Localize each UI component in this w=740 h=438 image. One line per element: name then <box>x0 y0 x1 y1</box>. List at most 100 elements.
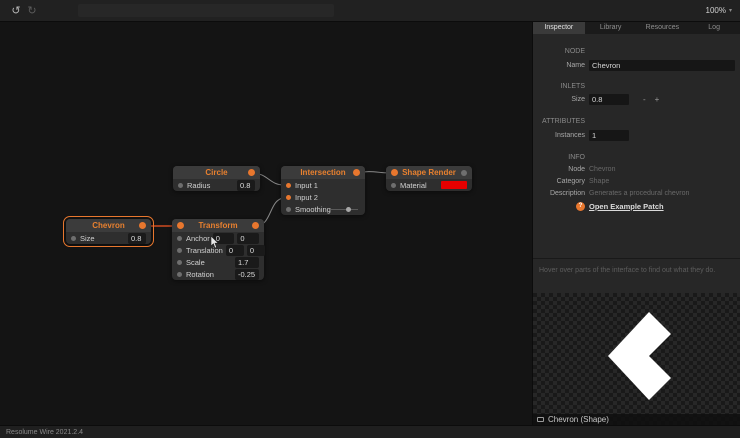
node-chevron-header[interactable]: Chevron <box>66 219 151 232</box>
circle-radius-row: Radius 0.8 <box>173 179 260 191</box>
info-category-label: Category <box>533 178 585 185</box>
node-transform[interactable]: Transform Anchor 0 0 Translation 0 0 Sca… <box>172 219 264 280</box>
node-chevron-title: Chevron <box>92 221 124 230</box>
input-port[interactable] <box>286 183 291 188</box>
param-dot[interactable] <box>177 272 182 277</box>
intersection-smoothing-row: Smoothing <box>281 203 365 215</box>
translation-y-value[interactable]: 0 <box>247 245 265 256</box>
redo-icon[interactable]: ↻ <box>24 1 40 21</box>
output-port[interactable] <box>353 169 360 176</box>
tab-resources[interactable]: Resources <box>637 22 689 34</box>
zoom-level: 100% <box>706 6 726 15</box>
param-dot[interactable] <box>71 236 76 241</box>
increment-button[interactable]: + <box>655 95 660 104</box>
info-node-value: Chevron <box>589 166 615 173</box>
section-title-attributes: ATTRIBUTES <box>533 118 585 125</box>
top-toolbar: ↺ ↻ 100% ▾ <box>0 0 740 22</box>
anchor-y-value[interactable]: 0 <box>237 233 259 244</box>
node-chevron[interactable]: Chevron Size 0.8 <box>66 219 151 244</box>
info-category-value: Shape <box>589 178 609 185</box>
decrement-button[interactable]: - <box>643 95 646 104</box>
chevron-size-row: Size 0.8 <box>66 232 151 244</box>
param-dot[interactable] <box>391 183 396 188</box>
info-description-value: Generates a procedural chevron <box>589 190 689 197</box>
slider-thumb[interactable] <box>346 207 351 212</box>
param-dot[interactable] <box>178 183 183 188</box>
zoom-control[interactable]: 100% ▾ <box>706 6 732 15</box>
intersection-input2-row: Input 2 <box>281 191 365 203</box>
node-shape-render-header[interactable]: Shape Render <box>386 166 472 179</box>
radius-value[interactable]: 0.8 <box>237 180 255 191</box>
info-description-label: Description <box>533 190 585 197</box>
chevron-down-icon: ▾ <box>729 7 732 14</box>
output-port[interactable] <box>461 170 467 176</box>
node-shape-render[interactable]: Shape Render Material <box>386 166 472 191</box>
node-canvas[interactable]: Circle Radius 0.8 Intersection Input 1 I… <box>0 22 532 425</box>
patch-title-bar <box>78 4 334 17</box>
param-dot[interactable] <box>177 260 182 265</box>
preview-node-label: Chevron (Shape) <box>548 415 609 424</box>
transform-rotation-row: Rotation -0.25 <box>172 268 264 280</box>
node-intersection-title: Intersection <box>300 168 345 177</box>
size-label: Size <box>533 96 585 103</box>
mouse-cursor <box>210 236 219 249</box>
anchor-label: Anchor <box>186 234 210 243</box>
shape-render-material-row: Material <box>386 179 472 191</box>
section-title-info: INFO <box>533 154 585 161</box>
scale-value[interactable]: 1.7 <box>235 257 259 268</box>
node-intersection[interactable]: Intersection Input 1 Input 2 Smoothing <box>281 166 365 215</box>
tab-inspector[interactable]: Inspector <box>533 22 585 34</box>
rotation-label: Rotation <box>186 270 235 279</box>
instances-label: Instances <box>533 132 585 139</box>
rotation-value[interactable]: -0.25 <box>235 269 259 280</box>
tab-log[interactable]: Log <box>688 22 740 34</box>
scale-label: Scale <box>186 258 235 267</box>
name-input[interactable] <box>589 60 735 71</box>
node-circle-header[interactable]: Circle <box>173 166 260 179</box>
size-input[interactable] <box>589 94 629 105</box>
panel-tabs: Inspector Library Resources Log <box>533 22 740 34</box>
param-dot[interactable] <box>177 248 182 253</box>
node-circle[interactable]: Circle Radius 0.8 <box>173 166 260 191</box>
inspector-panel: NODE Name INLETS Size - + ATTRIBUTES Ins… <box>533 34 740 258</box>
section-title-node: NODE <box>533 48 585 55</box>
section-title-inlets: INLETS <box>533 83 585 90</box>
app-version: Resolume Wire 2021.2.4 <box>0 429 83 436</box>
intersection-input1-row: Input 1 <box>281 179 365 191</box>
radius-label: Radius <box>187 181 234 190</box>
hint-bar: Hover over parts of the interface to fin… <box>533 258 740 293</box>
material-label: Material <box>400 181 441 190</box>
help-icon[interactable]: ? <box>576 202 585 211</box>
smoothing-label: Smoothing <box>295 205 331 214</box>
input-port[interactable] <box>391 169 398 176</box>
info-node-label: Node <box>533 166 585 173</box>
smoothing-slider[interactable] <box>331 209 358 210</box>
instances-input[interactable] <box>589 130 629 141</box>
open-example-patch-link[interactable]: Open Example Patch <box>589 202 664 211</box>
undo-icon[interactable]: ↺ <box>8 1 24 21</box>
right-panel: Inspector Library Resources Log NODE Nam… <box>532 22 740 425</box>
input-port[interactable] <box>286 195 291 200</box>
input2-label: Input 2 <box>295 193 360 202</box>
node-transform-header[interactable]: Transform <box>172 219 264 232</box>
chevron-shape-preview <box>533 293 740 425</box>
output-port[interactable] <box>139 222 146 229</box>
output-port[interactable] <box>248 169 255 176</box>
node-intersection-header[interactable]: Intersection <box>281 166 365 179</box>
translation-x-value[interactable]: 0 <box>226 245 244 256</box>
material-color-swatch[interactable] <box>441 181 467 189</box>
output-port[interactable] <box>252 222 259 229</box>
tab-library[interactable]: Library <box>585 22 637 34</box>
input-port[interactable] <box>177 222 184 229</box>
preview-area[interactable]: Chevron (Shape) <box>533 293 740 425</box>
node-transform-title: Transform <box>198 221 237 230</box>
param-dot[interactable] <box>177 236 182 241</box>
param-dot[interactable] <box>286 207 291 212</box>
size-value[interactable]: 0.8 <box>128 233 146 244</box>
transform-scale-row: Scale 1.7 <box>172 256 264 268</box>
size-label: Size <box>80 234 125 243</box>
node-circle-title: Circle <box>205 168 227 177</box>
name-label: Name <box>533 62 585 69</box>
hint-text: Hover over parts of the interface to fin… <box>539 267 715 274</box>
status-bar: Resolume Wire 2021.2.4 FPS 59.9 <box>0 425 740 438</box>
